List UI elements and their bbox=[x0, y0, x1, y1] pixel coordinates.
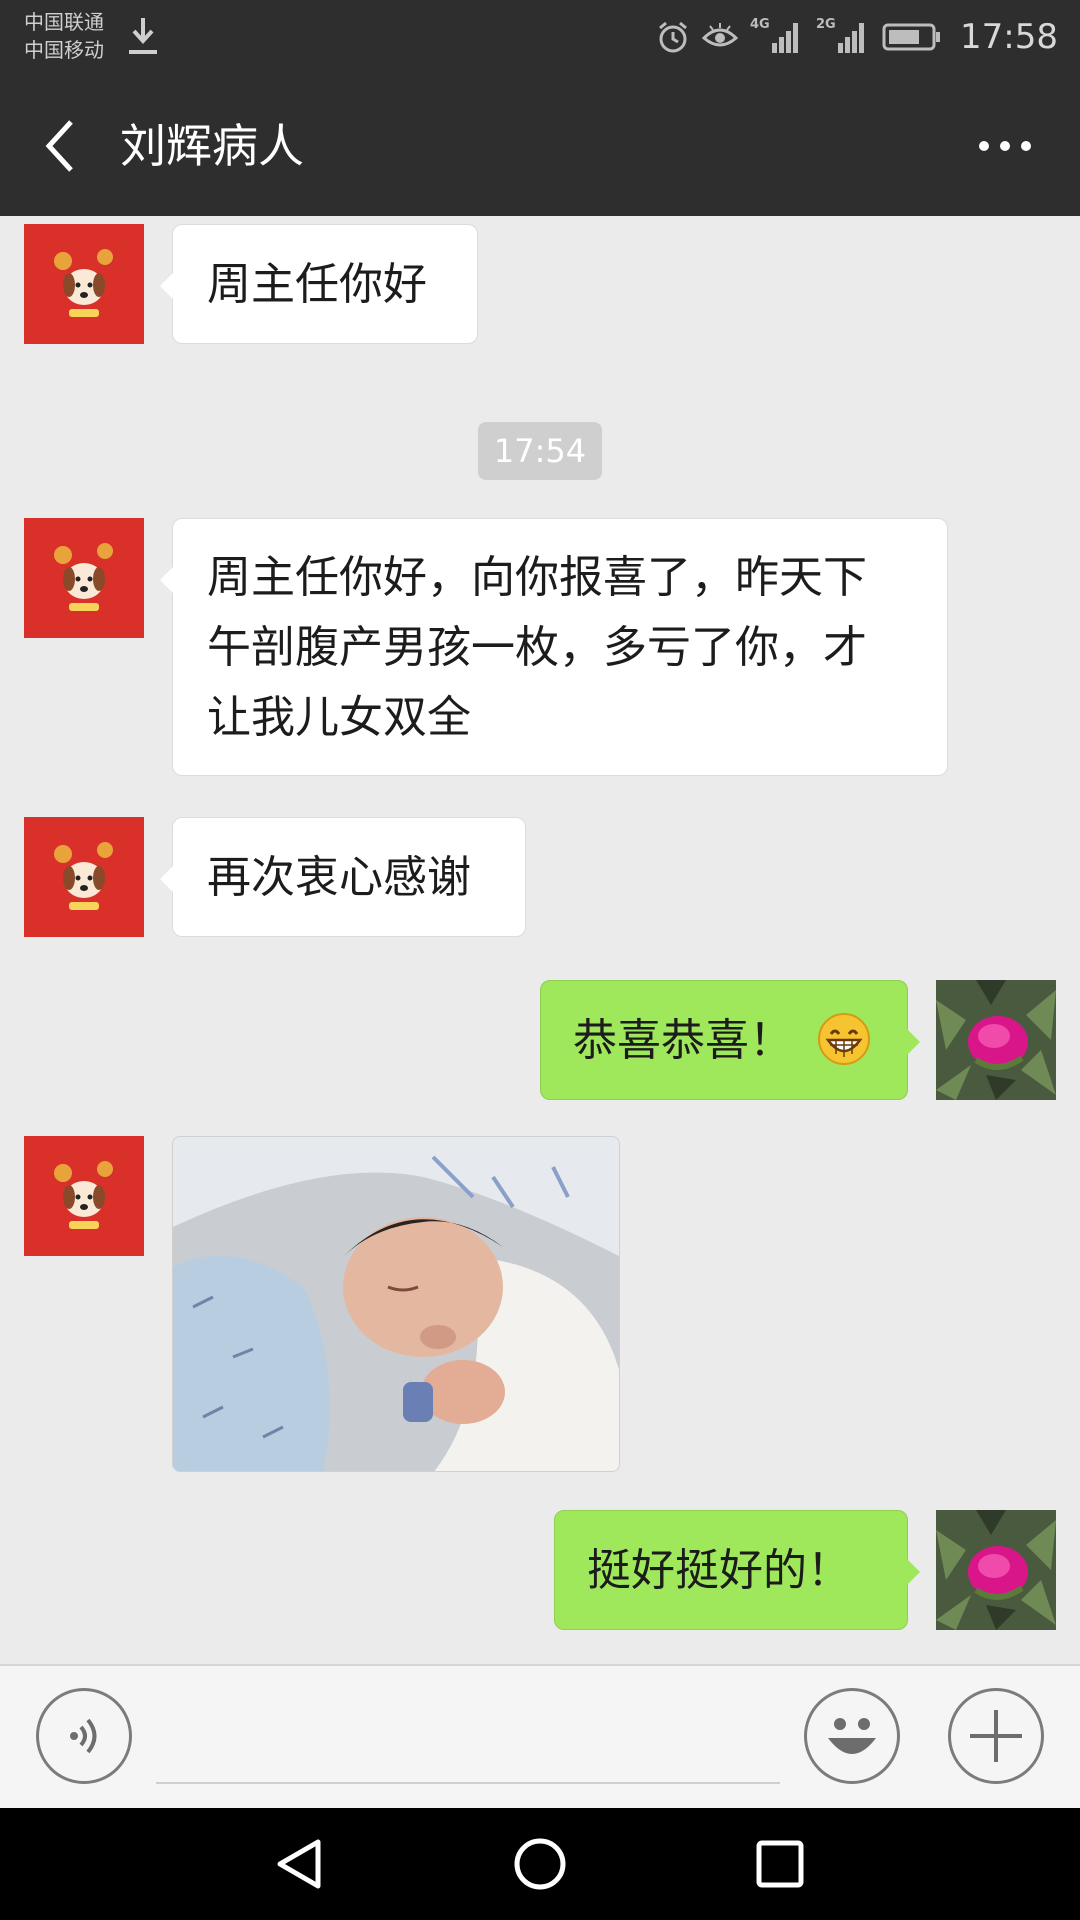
flower-photo-icon bbox=[936, 1510, 1056, 1630]
download-icon bbox=[129, 18, 157, 54]
dog-mascot-icon bbox=[54, 1161, 113, 1229]
signal-icon-2g: 2G bbox=[816, 17, 870, 57]
message-text: 周主任你好 bbox=[207, 259, 427, 310]
message-text: 再次衷心感谢 bbox=[207, 852, 471, 903]
recents-square-icon bbox=[756, 1840, 804, 1888]
smiley-icon bbox=[828, 1718, 876, 1754]
message-bubble-sent[interactable]: 恭喜恭喜！ bbox=[540, 980, 920, 1100]
contact-avatar[interactable] bbox=[24, 224, 144, 344]
eye-icon bbox=[702, 23, 739, 47]
carrier-1: 中国联通 bbox=[24, 10, 104, 34]
contact-avatar[interactable] bbox=[24, 518, 144, 638]
my-avatar[interactable] bbox=[936, 1510, 1056, 1630]
grin-emoji-icon bbox=[818, 1013, 870, 1065]
message-list[interactable]: 周主任你好 17:54 周主任你好，向你报喜了，昨天下 午剖腹产男孩一枚，多亏了… bbox=[0, 216, 1080, 1664]
newborn-photo-icon bbox=[173, 1137, 619, 1471]
message-text-line: 让我儿女双全 bbox=[207, 692, 471, 743]
dog-mascot-icon bbox=[54, 842, 113, 910]
dog-mascot-icon bbox=[54, 249, 113, 317]
message-text: 恭喜恭喜！ bbox=[573, 1015, 793, 1066]
status-time: 17:58 bbox=[960, 17, 1058, 57]
message-text: 挺好挺好的！ bbox=[587, 1545, 851, 1596]
message-text-line: 周主任你好，向你报喜了，昨天下 bbox=[207, 552, 867, 603]
home-circle-icon bbox=[514, 1838, 566, 1890]
message-bubble-sent[interactable]: 挺好挺好的！ bbox=[554, 1510, 920, 1630]
nav-home-button[interactable] bbox=[500, 1828, 580, 1900]
message-bubble[interactable]: 周主任你好 bbox=[160, 224, 478, 344]
more-button[interactable] bbox=[970, 120, 1040, 172]
chevron-left-icon bbox=[45, 120, 73, 172]
chat-header: 刘辉病人 bbox=[0, 76, 1080, 216]
signal-icon-4g: 4G bbox=[750, 17, 804, 57]
timestamp-badge: 17:54 bbox=[478, 422, 602, 480]
contact-avatar[interactable] bbox=[24, 1136, 144, 1256]
carrier-labels: 中国联通 中国移动 bbox=[24, 8, 104, 64]
dog-mascot-icon bbox=[54, 543, 113, 611]
plus-button[interactable] bbox=[948, 1688, 1044, 1784]
battery-icon bbox=[882, 23, 941, 51]
alarm-icon bbox=[659, 21, 687, 53]
voice-icon bbox=[70, 1718, 97, 1754]
more-dot bbox=[1021, 141, 1031, 151]
status-icons: 4G 2G 17:58 bbox=[656, 12, 1058, 62]
message-input[interactable] bbox=[156, 1782, 780, 1784]
image-message[interactable] bbox=[172, 1136, 620, 1472]
back-button[interactable] bbox=[30, 112, 90, 180]
plus-icon bbox=[970, 1710, 1022, 1762]
more-dots-icon bbox=[979, 141, 989, 151]
contact-avatar[interactable] bbox=[24, 817, 144, 937]
back-triangle-icon bbox=[277, 1839, 321, 1889]
voice-button[interactable] bbox=[36, 1688, 132, 1784]
my-avatar[interactable] bbox=[936, 980, 1056, 1100]
message-text-line: 午剖腹产男孩一枚，多亏了你，才 bbox=[207, 622, 867, 673]
message-bubble[interactable]: 周主任你好，向你报喜了，昨天下 午剖腹产男孩一枚，多亏了你，才 让我儿女双全 bbox=[160, 518, 948, 776]
input-bar bbox=[0, 1664, 1080, 1808]
more-dot bbox=[1000, 141, 1010, 151]
emoji-button[interactable] bbox=[804, 1688, 900, 1784]
chat-title: 刘辉病人 bbox=[120, 119, 304, 173]
flower-photo-icon bbox=[936, 980, 1056, 1100]
nav-recents-button[interactable] bbox=[740, 1828, 820, 1900]
system-nav-bar bbox=[0, 1808, 1080, 1920]
nav-back-button[interactable] bbox=[260, 1828, 340, 1900]
status-bar: 中国联通 中国移动 4G 2G 17:58 bbox=[0, 0, 1080, 76]
carrier-2: 中国移动 bbox=[24, 38, 104, 62]
timestamp-text: 17:54 bbox=[493, 432, 587, 470]
message-bubble[interactable]: 再次衷心感谢 bbox=[160, 817, 526, 937]
